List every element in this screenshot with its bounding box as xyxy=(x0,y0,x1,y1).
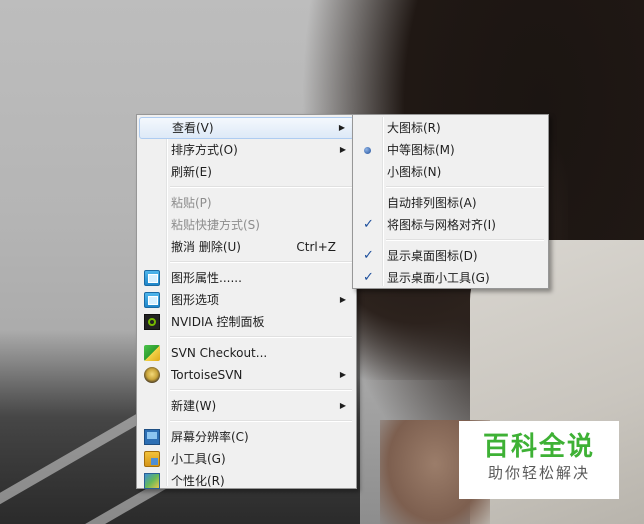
menu-item-refresh[interactable]: 刷新(E) xyxy=(139,161,354,183)
menu-item-label: 排序方式(O) xyxy=(171,143,238,157)
watermark-title: 百科全说 xyxy=(482,432,595,462)
menu-separator xyxy=(170,389,352,391)
menu-item-label: 刷新(E) xyxy=(171,165,212,179)
watermark-subtitle: 助你轻松解决 xyxy=(487,464,590,482)
menu-separator xyxy=(170,186,352,188)
personalize-icon xyxy=(144,473,160,489)
nvidia-icon xyxy=(144,314,160,330)
submenu-arrow-icon: ▶ xyxy=(338,123,345,132)
menu-item-label: 撤消 删除(U) xyxy=(171,240,241,254)
menu-separator xyxy=(170,261,352,263)
menu-item-paste-shortcut: 粘贴快捷方式(S) xyxy=(139,214,354,236)
desktop-context-menu: 查看(V) ▶ 排序方式(O) ▶ 刷新(E) 粘贴(P) 粘贴快捷方式(S) … xyxy=(136,114,357,489)
svn-checkout-icon xyxy=(144,345,160,361)
menu-item-new[interactable]: 新建(W) ▶ xyxy=(139,395,354,417)
menu-item-label: 查看(V) xyxy=(172,121,214,135)
submenu-item-auto-arrange[interactable]: 自动排列图标(A) xyxy=(355,192,546,214)
submenu-item-medium-icons[interactable]: 中等图标(M) xyxy=(355,139,546,161)
submenu-arrow-icon: ▶ xyxy=(339,145,346,154)
submenu-item-large-icons[interactable]: 大图标(R) xyxy=(355,117,546,139)
menu-item-paste: 粘贴(P) xyxy=(139,192,354,214)
menu-item-view[interactable]: 查看(V) ▶ xyxy=(139,117,354,139)
gadgets-icon xyxy=(144,451,160,467)
submenu-item-show-desktop-gadgets[interactable]: ✓ 显示桌面小工具(G) xyxy=(355,267,546,289)
menu-item-tortoisesvn[interactable]: TortoiseSVN ▶ xyxy=(139,364,354,386)
menu-item-svn-checkout[interactable]: SVN Checkout... xyxy=(139,342,354,364)
radio-selected-icon xyxy=(364,147,371,154)
menu-item-label: SVN Checkout... xyxy=(171,346,268,360)
menu-separator xyxy=(386,186,544,188)
submenu-item-small-icons[interactable]: 小图标(N) xyxy=(355,161,546,183)
menu-item-graphics-options[interactable]: 图形选项 ▶ xyxy=(139,289,354,311)
menu-item-graphics-properties[interactable]: 图形属性...... xyxy=(139,267,354,289)
submenu-arrow-icon: ▶ xyxy=(339,401,346,410)
menu-item-label: 屏幕分辨率(C) xyxy=(171,430,249,444)
menu-item-nvidia-control-panel[interactable]: NVIDIA 控制面板 xyxy=(139,311,354,333)
menu-item-label: 粘贴快捷方式(S) xyxy=(171,218,260,232)
tortoisesvn-icon xyxy=(144,367,160,383)
menu-item-label: 小图标(N) xyxy=(387,165,442,179)
watermark-logo: 百科全说 助你轻松解决 xyxy=(459,421,619,499)
menu-item-label: NVIDIA 控制面板 xyxy=(171,315,265,329)
screen-resolution-icon xyxy=(144,429,160,445)
submenu-arrow-icon: ▶ xyxy=(339,295,346,304)
menu-item-label: 粘贴(P) xyxy=(171,196,212,210)
menu-item-label: TortoiseSVN xyxy=(171,368,243,382)
menu-item-screen-resolution[interactable]: 屏幕分辨率(C) xyxy=(139,426,354,448)
menu-item-personalize[interactable]: 个性化(R) xyxy=(139,470,354,492)
graphics-options-icon xyxy=(144,292,160,308)
checkmark-icon: ✓ xyxy=(363,248,374,263)
menu-item-label: 新建(W) xyxy=(171,399,217,413)
menu-item-sort-by[interactable]: 排序方式(O) ▶ xyxy=(139,139,354,161)
menu-item-shortcut: Ctrl+Z xyxy=(296,240,336,254)
submenu-arrow-icon: ▶ xyxy=(339,370,346,379)
menu-separator xyxy=(386,239,544,241)
submenu-item-show-desktop-icons[interactable]: ✓ 显示桌面图标(D) xyxy=(355,245,546,267)
menu-item-label: 显示桌面图标(D) xyxy=(387,249,478,263)
menu-item-undo-delete[interactable]: 撤消 删除(U) Ctrl+Z xyxy=(139,236,354,258)
menu-separator xyxy=(170,420,352,422)
menu-item-label: 将图标与网格对齐(I) xyxy=(387,218,496,232)
menu-item-label: 显示桌面小工具(G) xyxy=(387,271,490,285)
menu-item-label: 图形属性...... xyxy=(171,271,242,285)
submenu-item-align-to-grid[interactable]: ✓ 将图标与网格对齐(I) xyxy=(355,214,546,236)
graphics-properties-icon xyxy=(144,270,160,286)
menu-separator xyxy=(170,336,352,338)
menu-item-gadgets[interactable]: 小工具(G) xyxy=(139,448,354,470)
menu-item-label: 中等图标(M) xyxy=(387,143,455,157)
view-submenu: 大图标(R) 中等图标(M) 小图标(N) 自动排列图标(A) ✓ 将图标与网格… xyxy=(352,114,549,289)
menu-item-label: 自动排列图标(A) xyxy=(387,196,477,210)
menu-item-label: 大图标(R) xyxy=(387,121,441,135)
checkmark-icon: ✓ xyxy=(363,217,374,232)
menu-item-label: 图形选项 xyxy=(171,293,220,307)
menu-item-label: 个性化(R) xyxy=(171,474,225,488)
menu-item-label: 小工具(G) xyxy=(171,452,226,466)
checkmark-icon: ✓ xyxy=(363,270,374,285)
